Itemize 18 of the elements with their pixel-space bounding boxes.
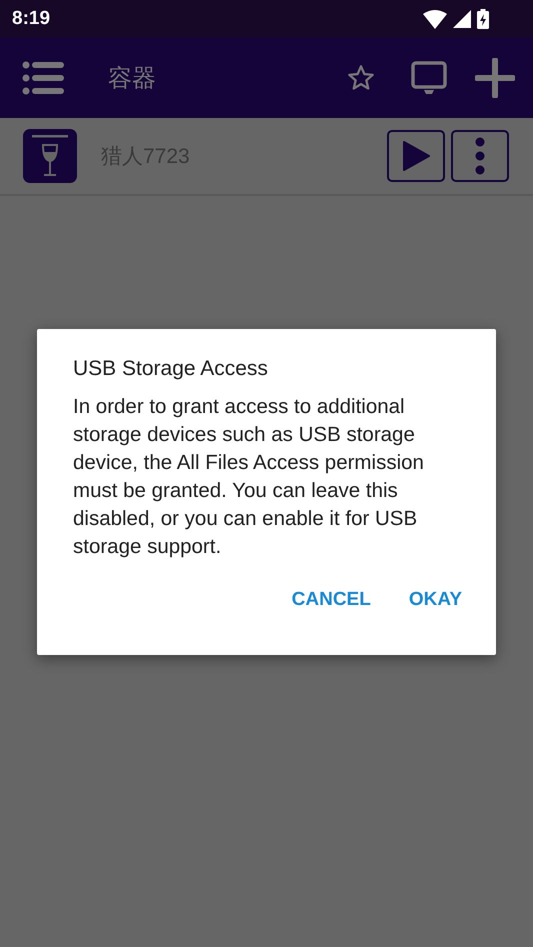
play-icon <box>402 140 430 172</box>
run-button[interactable] <box>387 130 445 182</box>
dialog-button[interactable]: OKAY <box>396 581 474 619</box>
wifi-icon <box>423 8 447 28</box>
battery-icon <box>477 8 489 28</box>
dialog-message: In order to grant access to additional storage devices such as USB storage device, the All Files Access permission must be granted. You can leave this disabled, or you can enable it for USB storage support. <box>73 394 425 560</box>
more-icon <box>475 137 485 175</box>
star-icon[interactable] <box>347 64 375 92</box>
more-button[interactable] <box>451 130 509 182</box>
monitor-icon[interactable] <box>411 60 447 94</box>
add-icon[interactable] <box>475 58 515 98</box>
dialog-title: USB Storage Access <box>73 357 269 381</box>
app-title: 容器 <box>108 64 156 94</box>
dialog-button[interactable]: CANCEL <box>280 581 383 619</box>
status-time: 8:19 <box>12 8 50 30</box>
menu-icon[interactable] <box>22 60 64 94</box>
wine-box-icon <box>23 129 77 183</box>
signal-icon <box>453 10 471 28</box>
